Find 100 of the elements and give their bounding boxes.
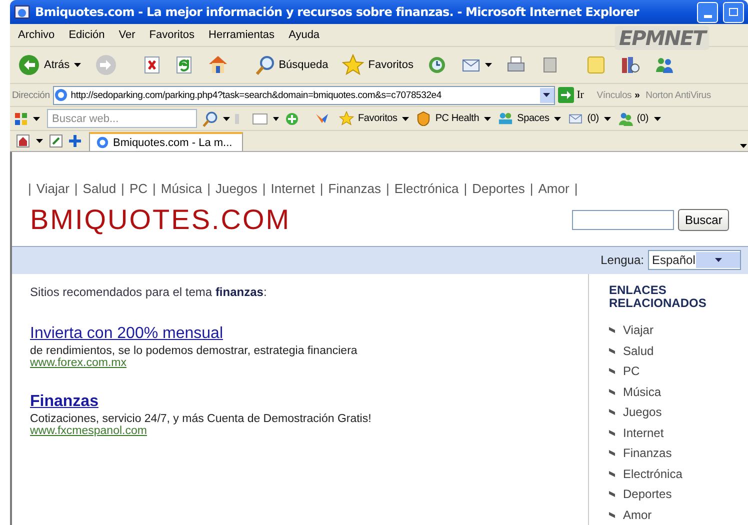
caret-icon[interactable] [36, 139, 43, 143]
sidebar-link[interactable]: Electrónica [623, 466, 682, 481]
page-icon [96, 136, 109, 149]
nav-link[interactable]: Juegos [215, 181, 258, 196]
nav-link[interactable]: Internet [270, 181, 315, 196]
result-url[interactable]: www.fxcmespanol.com [30, 425, 147, 437]
caret-icon[interactable] [714, 258, 722, 262]
bullet-arrow-icon [609, 430, 615, 436]
menu-item[interactable]: Edición [68, 29, 105, 41]
sidebar-link[interactable]: Música [623, 384, 662, 399]
nav-separator: | [262, 181, 266, 196]
nav-link[interactable]: PC [129, 181, 148, 196]
caret-icon[interactable] [485, 63, 492, 67]
sidebar-link[interactable]: Deportes [623, 487, 672, 502]
caret-icon[interactable] [74, 63, 81, 67]
restore-button[interactable] [723, 2, 744, 22]
caret-icon[interactable] [484, 116, 492, 120]
site-title: BMIQUOTES.COM [30, 204, 292, 236]
nav-link[interactable]: Música [160, 181, 202, 196]
house-icon[interactable] [16, 134, 30, 148]
caret-icon[interactable] [554, 116, 562, 120]
shield-icon [416, 111, 432, 126]
star-icon [342, 54, 364, 76]
caret-icon[interactable] [223, 116, 230, 120]
menu-item[interactable]: Herramientas [208, 29, 275, 41]
nav-separator: | [207, 181, 210, 196]
mail-button[interactable]: (0) [568, 111, 599, 126]
bullet-arrow-icon [609, 470, 615, 477]
caret-icon[interactable] [654, 116, 661, 120]
nav-link[interactable]: Finanzas [328, 181, 382, 196]
nav-separator: | [386, 181, 390, 196]
bullet-arrow-icon [609, 327, 615, 334]
bullet-arrow-icon [609, 512, 615, 518]
menu-item[interactable]: Archivo [18, 29, 55, 41]
bullet-arrow-icon [609, 409, 615, 416]
isp-logo: EPMNET [615, 26, 710, 50]
caret-icon[interactable] [33, 116, 40, 120]
language-select[interactable]: Español [648, 250, 741, 270]
sidebar-heading: ENLACES RELACIONADOS [609, 284, 708, 310]
caret-icon[interactable] [604, 116, 611, 120]
nav-link[interactable]: Viajar [36, 181, 70, 196]
intro-text: Sitios recomendados para el tema finanzas: [30, 285, 268, 299]
result-description: Cotizaciones, servicio 24/7, y más Cuenta de Demostración Gratis! [30, 413, 372, 425]
address-field[interactable]: http://sedoparking.com/parking.php4?task=search&domain=bmiquotes.com&s=c7078532e4 [52, 86, 555, 104]
sidebar-link[interactable]: Internet [623, 426, 664, 440]
sidebar-link[interactable]: Juegos [623, 405, 662, 420]
nav-separator: | [530, 181, 534, 196]
nav-separator: | [74, 181, 78, 196]
tab-list-icon[interactable] [49, 134, 63, 148]
plus-icon[interactable] [69, 135, 81, 147]
people-icon [654, 55, 674, 75]
nav-separator: | [28, 181, 32, 196]
bullet-arrow-icon [609, 491, 615, 498]
language-label: Lengua: [600, 253, 644, 268]
result-link[interactable]: Finanzas [30, 393, 98, 411]
nav-link[interactable]: Deportes [472, 181, 525, 196]
nav-link[interactable]: Salud [82, 181, 116, 196]
nav-separator: | [320, 181, 324, 196]
sidebar-link[interactable]: Viajar [623, 323, 654, 338]
page-icon [54, 88, 68, 102]
books-icon [620, 55, 640, 75]
search-icon [254, 55, 275, 75]
search-button[interactable]: Búsqueda [252, 53, 330, 77]
people-icon [618, 111, 633, 126]
house-icon [206, 54, 229, 76]
nav-separator: | [574, 181, 578, 196]
caret-icon[interactable] [543, 93, 550, 97]
links-chevron[interactable]: » [634, 90, 640, 100]
search-field[interactable]: Buscar web... [47, 109, 197, 128]
browser-tab[interactable]: Bmiquotes.com - La m... [89, 132, 243, 151]
star-button[interactable]: Favoritos [340, 52, 416, 78]
favorites-button[interactable]: Favoritos [339, 111, 398, 126]
sidebar-link[interactable]: Salud [623, 344, 654, 358]
nav-separator: | [152, 181, 156, 196]
minimize-button[interactable] [697, 2, 718, 22]
result-link[interactable]: Invierta con 200% mensual [30, 325, 223, 343]
menu-item[interactable]: Ver [118, 29, 136, 41]
caret-icon[interactable] [402, 116, 410, 120]
menu-item[interactable]: Ayuda [288, 29, 320, 41]
nav-link[interactable]: Electrónica [394, 181, 459, 196]
browser-page-icon [14, 4, 30, 20]
search-field[interactable] [572, 210, 674, 230]
nav-link[interactable]: Amor [538, 181, 570, 196]
window-title: Bmiquotes.com - La mejor información y recursos sobre finanzas. - Microsoft Internet Explorer [35, 5, 640, 19]
contacts-button[interactable]: (0) [618, 111, 649, 126]
sidebar-link[interactable]: Finanzas [623, 446, 672, 460]
sidebar-link[interactable]: PC [623, 364, 640, 378]
menu-item[interactable]: Favoritos [149, 29, 195, 41]
spaces-button[interactable]: Spaces [498, 111, 550, 126]
windows-logo-icon[interactable] [14, 112, 28, 126]
caret-icon[interactable] [740, 144, 747, 148]
result-description: de rendimientos, se lo podemos demostrar, estrategia financiera [30, 345, 358, 357]
sidebar-link[interactable]: Amor [623, 508, 652, 522]
bullet-arrow-icon [609, 388, 615, 395]
back-arrow-button[interactable]: Atrás [16, 52, 83, 78]
result-url[interactable]: www.forex.com.mx [30, 357, 126, 369]
search-button[interactable]: Buscar [678, 209, 730, 232]
health-button[interactable]: PC Health [416, 111, 480, 126]
nav-separator: | [464, 181, 468, 196]
note-icon [586, 55, 606, 75]
